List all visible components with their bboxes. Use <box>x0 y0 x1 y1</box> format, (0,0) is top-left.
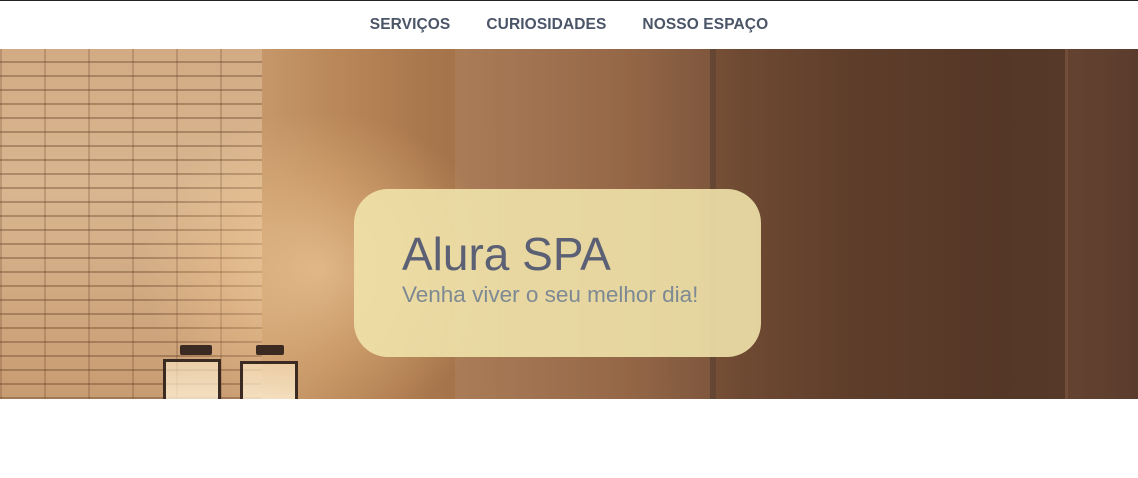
hero-card: Alura SPA Venha viver o seu melhor dia! <box>354 189 761 357</box>
lantern-right <box>240 361 298 399</box>
lantern-cap-left <box>180 345 212 355</box>
nav-item-nosso-espaco: NOSSO ESPAÇO <box>642 16 768 34</box>
nav-link-curiosidades[interactable]: CURIOSIDADES <box>486 16 606 33</box>
nav-link-servicos[interactable]: SERVIÇOS <box>370 16 451 33</box>
nav-item-curiosidades: CURIOSIDADES <box>486 16 606 34</box>
hero-banner: Alura SPA Venha viver o seu melhor dia! <box>0 49 1138 399</box>
lantern-cap-right <box>256 345 284 355</box>
hero-title: Alura SPA <box>402 228 611 280</box>
nav-link-nosso-espaco[interactable]: NOSSO ESPAÇO <box>642 16 768 33</box>
nav-item-servicos: SERVIÇOS <box>370 16 451 34</box>
top-navigation: SERVIÇOS CURIOSIDADES NOSSO ESPAÇO <box>0 1 1138 49</box>
hero-right-column-image <box>1065 49 1138 399</box>
lantern-left <box>163 359 221 399</box>
nav-list: SERVIÇOS CURIOSIDADES NOSSO ESPAÇO <box>370 16 768 34</box>
hero-subtitle: Venha viver o seu melhor dia! <box>402 282 699 307</box>
